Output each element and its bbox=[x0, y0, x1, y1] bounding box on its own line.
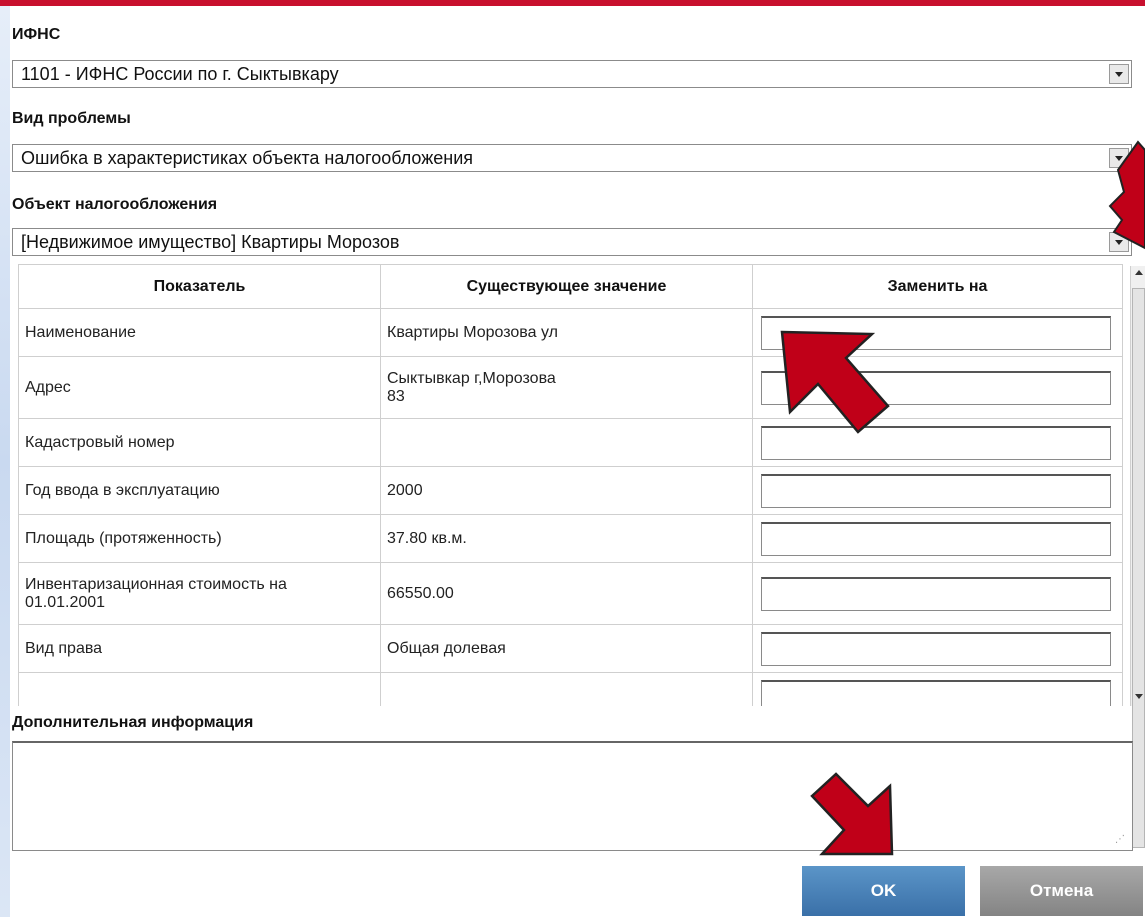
ifns-select-value: 1101 - ИФНС России по г. Сыктывкару bbox=[21, 64, 339, 84]
annotation-arrow-icon bbox=[780, 330, 890, 434]
table-row: Вид права Общая долевая bbox=[18, 624, 1123, 673]
scroll-down-button[interactable] bbox=[1133, 692, 1144, 702]
table-row bbox=[18, 672, 1123, 706]
current-value-cell: Сыктывкар г,Морозова 83 bbox=[380, 356, 753, 419]
slide-top-bar bbox=[0, 0, 1145, 6]
replace-cell bbox=[752, 514, 1123, 563]
tax-object-label: Объект налогообложения bbox=[12, 196, 218, 213]
problem-type-select-value: Ошибка в характеристиках объекта налогоо… bbox=[21, 148, 474, 168]
replace-cost-input[interactable] bbox=[761, 576, 1111, 611]
additional-info-label: Дополнительная информация bbox=[12, 714, 254, 731]
current-value-line: Сыктывкар г,Морозова bbox=[387, 369, 556, 387]
replace-year-input[interactable] bbox=[761, 473, 1111, 508]
table-scrollbar[interactable] bbox=[1130, 266, 1145, 848]
current-value-cell bbox=[380, 672, 753, 706]
indicator-line: 01.01.2001 bbox=[25, 593, 106, 611]
tax-object-select-value: [Недвижимое имущество] Квартиры Морозов bbox=[21, 232, 400, 252]
column-header-replace-with: Заменить на bbox=[752, 264, 1123, 309]
table-row: Наименование Квартиры Морозова ул bbox=[18, 308, 1123, 357]
current-value-cell: 66550.00 bbox=[380, 562, 753, 625]
ifns-dropdown-button[interactable] bbox=[1109, 64, 1129, 84]
current-value-cell: Общая долевая bbox=[380, 624, 753, 673]
current-value-cell: Квартиры Морозова ул bbox=[380, 308, 753, 357]
column-header-current-value: Существующее значение bbox=[380, 264, 753, 309]
scroll-up-button[interactable] bbox=[1133, 268, 1144, 278]
tax-object-select[interactable]: [Недвижимое имущество] Квартиры Морозов bbox=[12, 228, 1132, 256]
table-row: Площадь (протяженность) 37.80 кв.м. bbox=[18, 514, 1123, 563]
column-header-indicator: Показатель bbox=[18, 264, 381, 309]
indicator-cell bbox=[18, 672, 381, 706]
chevron-down-icon bbox=[1115, 72, 1123, 77]
table-row: Кадастровый номер bbox=[18, 418, 1123, 467]
replace-area-input[interactable] bbox=[761, 521, 1111, 556]
table-row: Год ввода в эксплуатацию 2000 bbox=[18, 466, 1123, 515]
scrollbar-thumb[interactable] bbox=[1132, 288, 1145, 848]
chevron-down-icon bbox=[1134, 694, 1143, 699]
indicator-cell: Инвентаризационная стоимость на 01.01.20… bbox=[18, 562, 381, 625]
ok-button[interactable]: OK bbox=[802, 866, 965, 916]
replace-cell bbox=[752, 562, 1123, 625]
indicator-cell: Наименование bbox=[18, 308, 381, 357]
properties-table-panel: Показатель Существующее значение Заменит… bbox=[12, 264, 1135, 706]
slide-left-stripe bbox=[0, 6, 10, 917]
ifns-select[interactable]: 1101 - ИФНС России по г. Сыктывкару bbox=[12, 60, 1132, 88]
replace-cell bbox=[752, 672, 1123, 706]
current-value-cell bbox=[380, 418, 753, 467]
indicator-cell: Год ввода в эксплуатацию bbox=[18, 466, 381, 515]
cancel-button[interactable]: Отмена bbox=[980, 866, 1143, 916]
properties-table: Показатель Существующее значение Заменит… bbox=[18, 264, 1123, 706]
chevron-up-icon bbox=[1134, 270, 1143, 275]
indicator-cell: Площадь (протяженность) bbox=[18, 514, 381, 563]
replace-right-type-input[interactable] bbox=[761, 631, 1111, 666]
indicator-line: Инвентаризационная стоимость на bbox=[25, 575, 287, 593]
replace-cell bbox=[752, 466, 1123, 515]
table-header-row: Показатель Существующее значение Заменит… bbox=[18, 264, 1123, 309]
ifns-label: ИФНС bbox=[12, 26, 61, 43]
table-row: Адрес Сыктывкар г,Морозова 83 bbox=[18, 356, 1123, 419]
table-row: Инвентаризационная стоимость на 01.01.20… bbox=[18, 562, 1123, 625]
problem-type-select[interactable]: Ошибка в характеристиках объекта налогоо… bbox=[12, 144, 1132, 172]
problem-type-label: Вид проблемы bbox=[12, 110, 131, 127]
current-value-line: 83 bbox=[387, 387, 405, 405]
additional-info-textarea[interactable] bbox=[12, 741, 1133, 851]
indicator-cell: Адрес bbox=[18, 356, 381, 419]
resize-grip-icon[interactable]: ⋰ bbox=[1115, 833, 1129, 847]
current-value-cell: 2000 bbox=[380, 466, 753, 515]
indicator-cell: Вид права bbox=[18, 624, 381, 673]
replace-extra-input[interactable] bbox=[761, 679, 1111, 706]
annotation-arrow-icon bbox=[810, 772, 894, 856]
indicator-cell: Кадастровый номер bbox=[18, 418, 381, 467]
replace-cell bbox=[752, 624, 1123, 673]
current-value-cell: 37.80 кв.м. bbox=[380, 514, 753, 563]
annotation-arrow-icon bbox=[1108, 140, 1145, 250]
